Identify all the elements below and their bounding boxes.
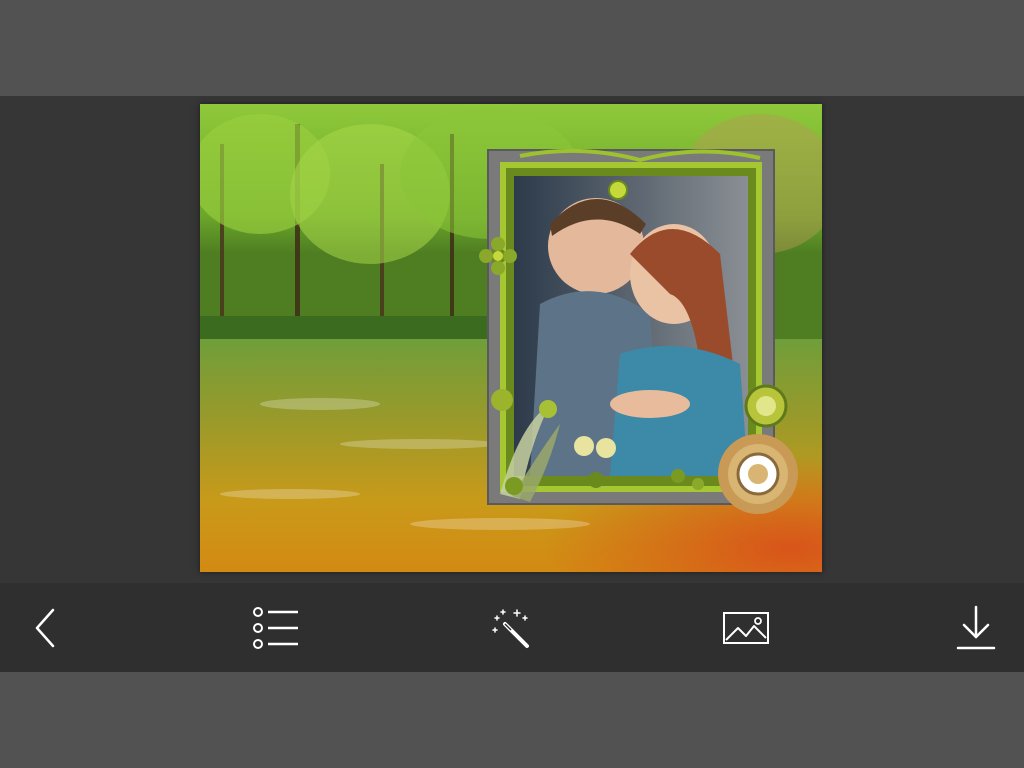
top-band bbox=[0, 0, 1024, 96]
decorative-frame bbox=[479, 148, 798, 514]
effects-button[interactable] bbox=[471, 583, 551, 672]
magic-wand-icon bbox=[492, 608, 529, 648]
bottom-band bbox=[0, 672, 1024, 768]
back-chevron-icon bbox=[35, 608, 55, 647]
bottom-toolbar bbox=[0, 583, 1024, 672]
list-icon bbox=[253, 606, 298, 649]
frames-list-button[interactable] bbox=[237, 583, 317, 672]
save-download-button[interactable] bbox=[936, 583, 1016, 672]
download-icon bbox=[956, 605, 996, 649]
photo-canvas[interactable] bbox=[200, 104, 822, 572]
image-icon bbox=[723, 611, 769, 644]
background-image-button[interactable] bbox=[706, 583, 786, 672]
collage-image bbox=[200, 104, 822, 572]
back-button[interactable] bbox=[5, 583, 85, 672]
